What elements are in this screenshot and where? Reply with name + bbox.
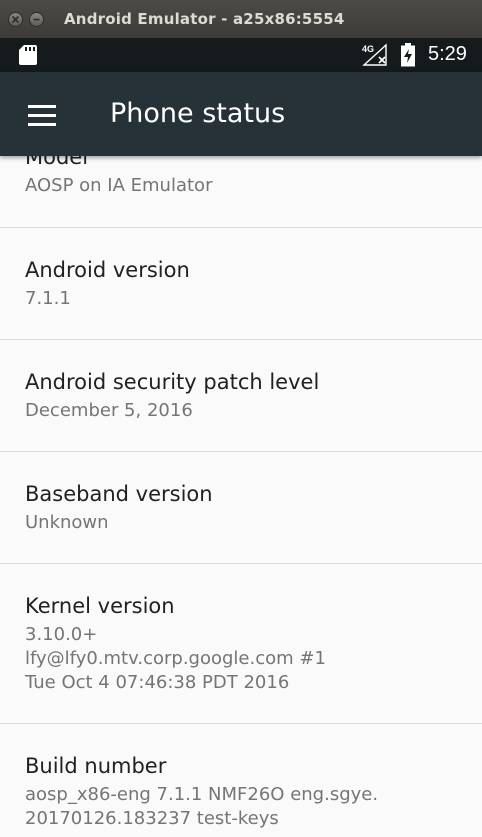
window-titlebar: Android Emulator - a25x86:5554 xyxy=(0,0,482,38)
hamburger-menu-icon-bar xyxy=(28,114,56,117)
navigation-drawer-button[interactable] xyxy=(18,96,64,136)
minimize-window-button[interactable] xyxy=(29,11,44,27)
hamburger-menu-icon-bar xyxy=(28,123,56,126)
page-title: Phone status xyxy=(110,98,286,129)
list-item-title: Build number xyxy=(25,754,167,778)
list-item-title: Baseband version xyxy=(25,482,213,506)
list-item-title: Model xyxy=(25,156,89,169)
list-item-title: Kernel version xyxy=(25,594,175,618)
list-item-build-number[interactable]: Build number aosp_x86-eng 7.1.1 NMF26O e… xyxy=(0,724,482,837)
list-item-security-patch-level[interactable]: Android security patch level December 5,… xyxy=(0,340,482,452)
list-item-summary: 7.1.1 xyxy=(25,288,71,309)
list-item-title: Android version xyxy=(25,258,190,282)
list-item-android-version[interactable]: Android version 7.1.1 xyxy=(0,228,482,340)
signal-4g-icon: 4G xyxy=(362,43,387,66)
app-bar: Phone status xyxy=(0,72,482,156)
list-item-title: Android security patch level xyxy=(25,370,320,394)
status-clock: 5:29 xyxy=(428,43,467,65)
list-item-summary: aosp_x86-eng 7.1.1 NMF26O eng.sgye. 2017… xyxy=(25,784,379,829)
list-item-model[interactable]: Model AOSP on IA Emulator xyxy=(0,156,482,228)
list-item-summary: AOSP on IA Emulator xyxy=(25,175,213,196)
list-item-summary: 3.10.0+ lfy@lfy0.mtv.corp.google.com #1 … xyxy=(25,624,326,693)
android-status-bar: 4G 5:29 xyxy=(0,38,482,72)
phone-status-list[interactable]: Model AOSP on IA Emulator Android versio… xyxy=(0,156,482,837)
sd-card-icon xyxy=(19,45,37,65)
network-type-label: 4G xyxy=(362,44,374,54)
list-item-kernel-version[interactable]: Kernel version 3.10.0+ lfy@lfy0.mtv.corp… xyxy=(0,564,482,724)
window-title: Android Emulator - a25x86:5554 xyxy=(64,10,345,28)
minimize-icon xyxy=(33,18,40,20)
emulator-window: Android Emulator - a25x86:5554 4G 5:29 P… xyxy=(0,0,482,837)
list-item-summary: Unknown xyxy=(25,512,109,533)
list-item-summary: December 5, 2016 xyxy=(25,400,193,421)
battery-charging-icon xyxy=(401,43,415,67)
list-item-baseband-version[interactable]: Baseband version Unknown xyxy=(0,452,482,564)
close-icon xyxy=(11,15,20,23)
close-window-button[interactable] xyxy=(8,11,23,27)
hamburger-menu-icon xyxy=(28,105,56,108)
